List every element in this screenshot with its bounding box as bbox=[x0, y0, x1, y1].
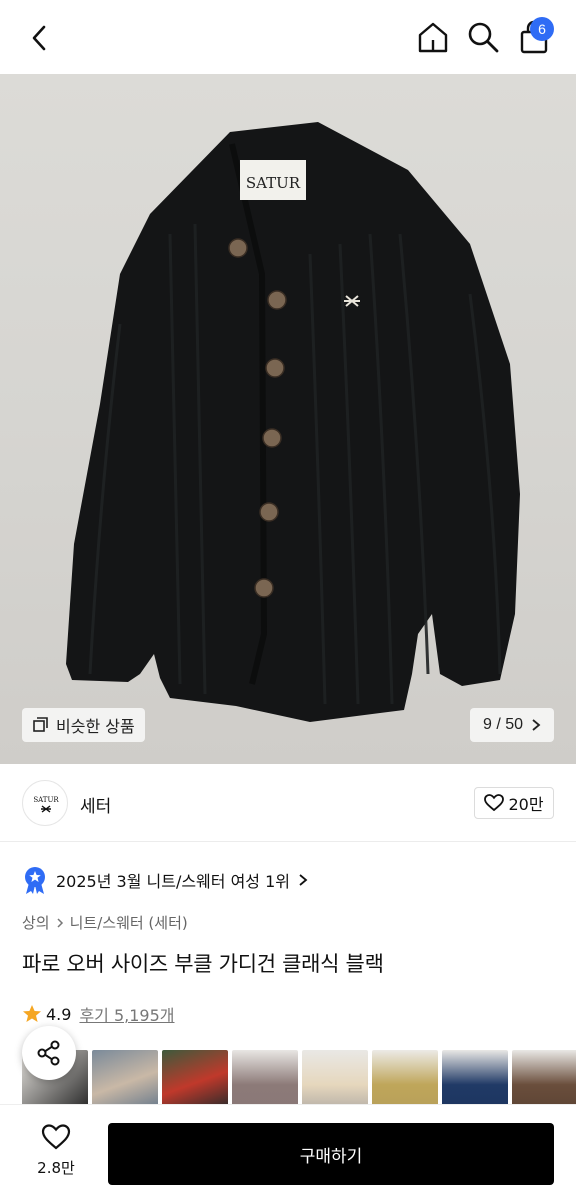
rating-value: 4.9 bbox=[46, 1004, 72, 1024]
breadcrumb-level2[interactable]: 니트/스웨터 (세터) bbox=[70, 912, 188, 933]
svg-text:SATUR: SATUR bbox=[33, 796, 59, 804]
ranking-medal-icon bbox=[25, 867, 45, 894]
top-nav-bar: 6 bbox=[0, 0, 576, 74]
related-product-thumbnail[interactable] bbox=[232, 1050, 298, 1106]
ranking-banner[interactable]: 2025년 3월 니트/스웨터 여성 1위 bbox=[22, 864, 308, 896]
brand-name[interactable]: 세터 bbox=[80, 792, 111, 817]
brand-like-count: 20만 bbox=[508, 795, 544, 814]
heart-icon bbox=[41, 1124, 71, 1150]
heart-icon bbox=[484, 794, 505, 812]
breadcrumb-level1[interactable]: 상의 bbox=[22, 912, 50, 933]
ranking-text: 2025년 3월 니트/스웨터 여성 1위 bbox=[56, 872, 291, 891]
share-button[interactable] bbox=[22, 1026, 76, 1080]
image-pager-text: 9 / 50 bbox=[482, 716, 524, 733]
share-icon bbox=[37, 1040, 60, 1066]
buy-button[interactable]: 구매하기 bbox=[108, 1123, 554, 1185]
image-pager[interactable]: 9 / 50 bbox=[470, 708, 554, 742]
product-title: 파로 오버 사이즈 부클 가디건 클래식 블랙 bbox=[22, 952, 384, 976]
related-product-thumbnail[interactable] bbox=[512, 1050, 576, 1106]
chevron-right-icon bbox=[57, 917, 63, 928]
review-count-link[interactable]: 후기 5,195개 bbox=[79, 1002, 174, 1026]
similar-items-icon bbox=[33, 717, 48, 732]
neck-label-text: SATUR bbox=[246, 174, 301, 192]
chevron-right-icon bbox=[299, 874, 308, 886]
review-photo-thumbnail[interactable] bbox=[92, 1050, 158, 1106]
brand-like-button[interactable]: 20만 bbox=[474, 787, 554, 819]
search-icon[interactable] bbox=[464, 18, 502, 56]
similar-products-label: 비슷한 상품 bbox=[56, 717, 135, 736]
wishlist-count: 2.8만 bbox=[37, 1159, 75, 1177]
similar-products-button[interactable]: 비슷한 상품 bbox=[22, 708, 145, 742]
chevron-right-icon bbox=[532, 719, 541, 731]
review-photo-thumbnail[interactable] bbox=[162, 1050, 228, 1106]
review-photo-strip bbox=[22, 1050, 576, 1106]
cart-count-badge: 6 bbox=[530, 17, 554, 41]
star-icon bbox=[23, 1005, 41, 1022]
brand-logo[interactable]: SATUR bbox=[22, 780, 68, 826]
related-product-thumbnail[interactable] bbox=[372, 1050, 438, 1106]
back-arrow-icon[interactable] bbox=[22, 20, 58, 56]
rating-row[interactable]: 4.9 후기 5,195개 bbox=[22, 1002, 175, 1026]
product-image-carousel[interactable]: SATUR 비슷한 상품 9 / 50 bbox=[0, 74, 576, 764]
related-product-thumbnail[interactable] bbox=[302, 1050, 368, 1106]
home-icon[interactable] bbox=[414, 18, 452, 56]
bottom-action-bar: 2.8만 구매하기 bbox=[0, 1104, 576, 1200]
related-product-thumbnail[interactable] bbox=[442, 1050, 508, 1106]
wishlist-button[interactable]: 2.8만 bbox=[22, 1123, 90, 1183]
cardigan-product-image: SATUR bbox=[66, 122, 520, 722]
brand-logo-mark: SATUR bbox=[33, 796, 59, 813]
breadcrumb: 상의 니트/스웨터 (세터) bbox=[22, 912, 188, 933]
brand-row: SATUR 세터 20만 bbox=[0, 778, 576, 842]
